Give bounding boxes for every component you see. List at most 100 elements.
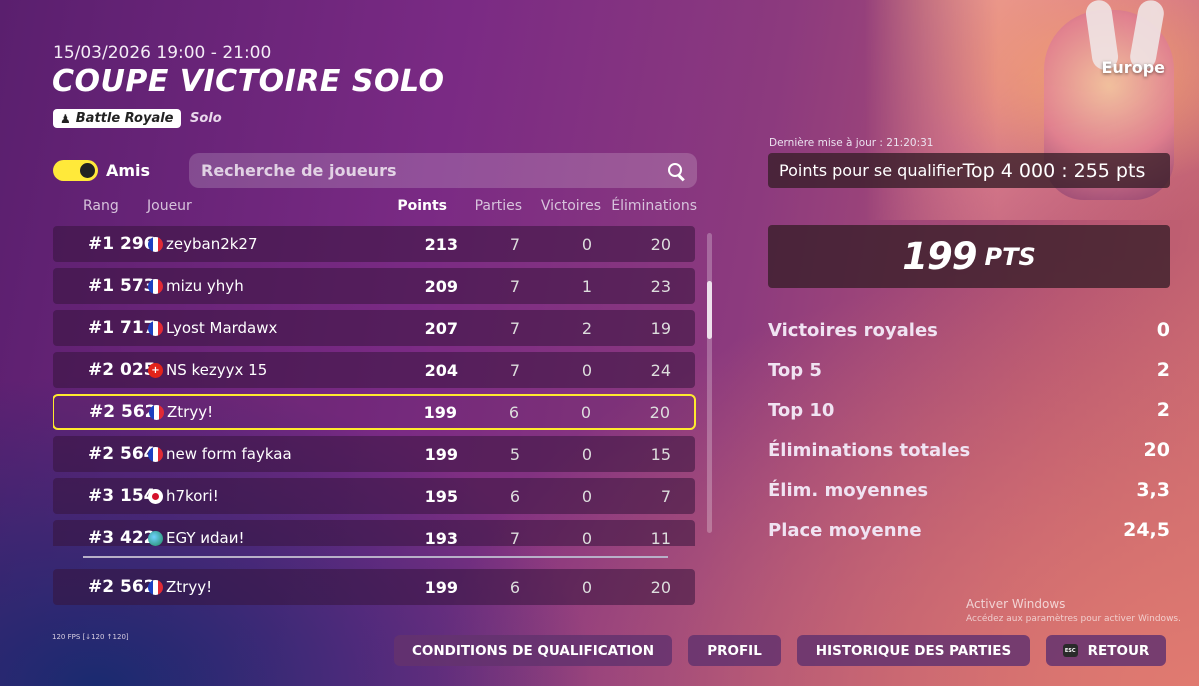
row-games: 7 <box>509 276 520 296</box>
row-wins: 0 <box>581 360 592 380</box>
japan-flag-icon <box>148 488 163 504</box>
stat-value: 24,5 <box>1123 519 1170 541</box>
col-games[interactable]: Parties <box>475 198 522 214</box>
pinned-player-row[interactable]: #2 562 Ztryy! 199 6 0 20 <box>53 569 695 605</box>
globe-flag-icon <box>148 530 163 546</box>
row-points: 195 <box>424 486 458 506</box>
row-elims: 7 <box>660 486 671 506</box>
col-elims[interactable]: Éliminations <box>611 198 697 214</box>
stat-value: 2 <box>1156 399 1170 421</box>
stat-label: Éliminations totales <box>768 439 971 461</box>
row-games: 6 <box>509 577 520 597</box>
row-wins: 0 <box>581 234 592 254</box>
row-player-name: zeyban2k27 <box>166 235 258 253</box>
stat-label: Élim. moyennes <box>768 479 929 501</box>
back-button[interactable]: ESC RETOUR <box>1046 635 1166 666</box>
fps-counter: 120 FPS [↓120 ↑120] <box>52 633 129 641</box>
france-flag-icon <box>148 320 163 336</box>
row-games: 7 <box>509 318 520 338</box>
row-games: 7 <box>509 234 520 254</box>
row-rank: #2 025 <box>88 360 156 380</box>
row-rank: #3 154 <box>88 486 156 506</box>
col-wins[interactable]: Victoires <box>541 198 601 214</box>
france-flag-icon <box>148 278 163 294</box>
search-icon[interactable] <box>667 162 685 180</box>
leaderboard-list[interactable]: #1 296 zeyban2k27 213 7 0 20 #1 573 mizu… <box>53 226 697 546</box>
last-update-timestamp: Dernière mise à jour : 21:20:31 <box>769 137 934 149</box>
table-row-current-player[interactable]: #2 562 Ztryy! 199 6 0 20 <box>53 394 696 430</box>
row-wins: 0 <box>581 486 592 506</box>
watermark-title: Activer Windows <box>966 597 1066 611</box>
qualify-label: Points pour se qualifier <box>779 161 963 180</box>
row-player-name: Lyost Mardawx <box>166 319 278 337</box>
row-elims: 20 <box>650 577 671 597</box>
row-points: 199 <box>424 444 458 464</box>
row-player-name: mizu yhyh <box>166 277 244 295</box>
leaderboard-scrollbar[interactable] <box>707 233 712 533</box>
stat-row: Top 5 2 <box>768 350 1170 390</box>
mode-badge-label: Battle Royale <box>75 111 174 126</box>
table-row[interactable]: #3 422 EGY иdaи! 193 7 0 11 <box>53 520 695 546</box>
row-points: 193 <box>424 528 458 547</box>
stat-row: Victoires royales 0 <box>768 310 1170 350</box>
stat-label: Top 10 <box>768 399 835 421</box>
row-rank: #1 573 <box>88 276 156 296</box>
page-title: COUPE VICTOIRE SOLO <box>52 64 445 99</box>
friends-toggle[interactable] <box>53 160 98 181</box>
row-points: 213 <box>424 234 458 254</box>
row-player-name: NS kezyyx 15 <box>166 361 268 379</box>
player-search[interactable] <box>189 153 697 188</box>
leaderboard-header: Rang Joueur Points Parties Victoires Éli… <box>53 198 697 218</box>
col-player: Joueur <box>147 198 192 214</box>
qualification-conditions-button[interactable]: CONDITIONS DE QUALIFICATION <box>394 635 672 666</box>
row-points: 207 <box>424 318 458 338</box>
table-row[interactable]: #1 717 Lyost Mardawx 207 7 2 19 <box>53 310 695 346</box>
france-flag-icon <box>149 404 164 420</box>
row-rank: #1 717 <box>88 318 156 338</box>
table-row[interactable]: #2 025 + NS kezyyx 15 204 7 0 24 <box>53 352 695 388</box>
table-row[interactable]: #1 296 zeyban2k27 213 7 0 20 <box>53 226 695 262</box>
table-row[interactable]: #1 573 mizu yhyh 209 7 1 23 <box>53 268 695 304</box>
back-button-label: RETOUR <box>1087 642 1150 659</box>
player-points-value: 199 <box>902 235 977 278</box>
row-wins: 1 <box>581 276 592 296</box>
table-row[interactable]: #2 564 new form faykaa 199 5 0 15 <box>53 436 695 472</box>
france-flag-icon <box>148 579 163 595</box>
region-label: Europe <box>1101 58 1165 77</box>
row-elims: 19 <box>650 318 671 338</box>
row-points: 199 <box>423 402 457 422</box>
qualify-threshold: Points pour se qualifier Top 4 000 : 255… <box>768 153 1170 188</box>
row-player-name: new form faykaa <box>166 445 292 463</box>
row-games: 5 <box>509 444 520 464</box>
stat-row: Place moyenne 24,5 <box>768 510 1170 550</box>
row-points: 209 <box>424 276 458 296</box>
row-rank: #3 422 <box>88 528 156 546</box>
stat-value: 2 <box>1156 359 1170 381</box>
row-rank: #2 564 <box>88 444 156 464</box>
france-flag-icon <box>148 236 163 252</box>
col-rank: Rang <box>83 198 119 214</box>
player-points-box: 199 PTS <box>768 225 1170 288</box>
profile-button[interactable]: PROFIL <box>688 635 781 666</box>
row-player-name: h7kori! <box>166 487 219 505</box>
table-row[interactable]: #3 154 h7kori! 195 6 0 7 <box>53 478 695 514</box>
qualify-value: Top 4 000 : 255 pts <box>962 159 1146 182</box>
player-points-unit: PTS <box>984 242 1036 271</box>
windows-activation-watermark: Activer Windows Accédez aux paramètres p… <box>966 597 1181 624</box>
watermark-subtitle: Accédez aux paramètres pour activer Wind… <box>966 614 1181 624</box>
stat-label: Top 5 <box>768 359 822 381</box>
search-input[interactable] <box>201 161 667 180</box>
toggle-knob <box>80 163 95 178</box>
france-flag-icon <box>148 446 163 462</box>
scrollbar-thumb[interactable] <box>707 281 712 339</box>
row-elims: 23 <box>650 276 671 296</box>
row-wins: 0 <box>581 577 592 597</box>
battle-royale-icon: ♟ <box>60 111 71 126</box>
row-games: 6 <box>509 486 520 506</box>
col-points[interactable]: Points <box>397 198 447 214</box>
stat-value: 0 <box>1156 319 1170 341</box>
row-rank: #2 562 <box>89 402 157 422</box>
row-wins: 0 <box>581 528 592 547</box>
match-history-button[interactable]: HISTORIQUE DES PARTIES <box>797 635 1030 666</box>
event-datetime: 15/03/2026 19:00 - 21:00 <box>53 43 272 63</box>
